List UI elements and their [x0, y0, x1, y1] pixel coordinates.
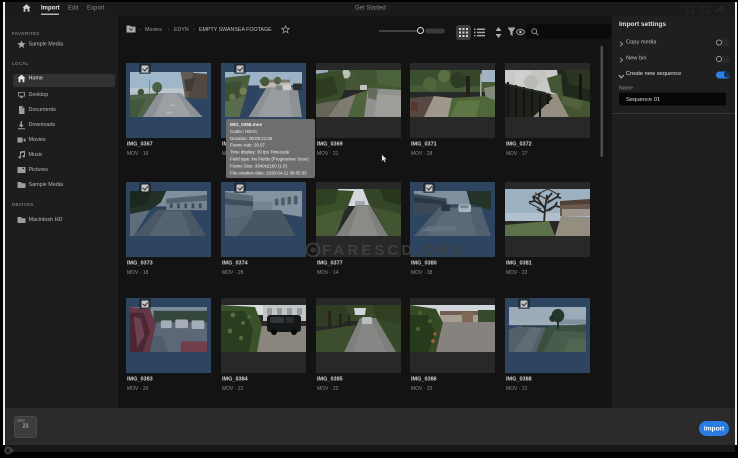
svg-text:FARESCD.ORG: FARESCD.ORG — [322, 242, 466, 257]
